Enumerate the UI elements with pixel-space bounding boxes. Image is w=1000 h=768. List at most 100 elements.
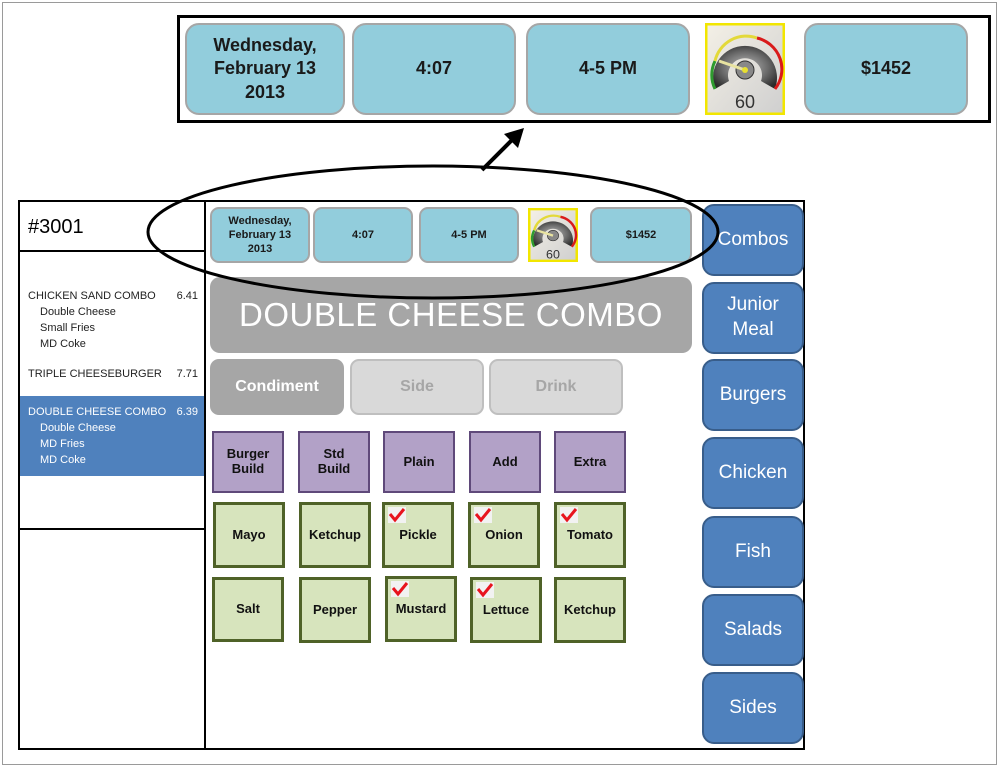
checkmark-icon [391,581,409,597]
button-label: Fish [735,540,771,562]
button-label: Mayo [232,526,266,542]
condiment-pepper-button[interactable]: Pepper [299,577,371,643]
menu-category-column: Combos Junior Meal Burgers Chicken Fish S… [700,202,805,750]
button-label: Build [231,461,265,476]
date-line-3: 2013 [244,81,286,102]
button-label: Plain [403,453,435,469]
button-label: Tomato [567,526,613,542]
button-label: Add [492,453,518,469]
condiment-mustard-button[interactable]: Mustard [385,576,457,642]
date-tile: Wednesday, February 13 2013 [185,23,345,115]
menu-burgers-button[interactable]: Burgers [702,359,804,431]
time-value: 4:07 [351,228,375,241]
condiment-ketchup-button[interactable]: Ketchup [299,502,371,568]
order-list: CHICKEN SAND COMBO 6.41 Double Cheese Sm… [20,254,204,530]
button-label: Std [323,446,345,462]
date-line-2: February 13 [228,228,292,241]
date-line-1: Wednesday, [213,34,317,55]
button-label: Chicken [718,461,788,483]
order-item-component: Small Fries [40,322,96,334]
button-label: Meal [732,319,774,340]
add-button[interactable]: Add [469,431,541,493]
burger-build-button[interactable]: Burger Build [212,431,284,493]
button-label: Pepper [312,601,358,617]
condiment-mayo-button[interactable]: Mayo [213,502,285,568]
checkmark-icon [560,507,578,523]
button-label: Extra [573,453,607,469]
tab-side[interactable]: Side [350,359,484,415]
condiment-lettuce-button[interactable]: Lettuce [470,577,542,643]
speed-gauge-value: 60 [546,248,560,262]
order-item-price: 6.39 [176,406,198,418]
order-item-name: TRIPLE CHEESEBURGER [28,368,162,380]
condiment-salt-button[interactable]: Salt [212,577,284,642]
order-item-name: DOUBLE CHEESE COMBO [28,406,167,418]
speed-gauge-value: 60 [735,92,755,112]
order-item-component: MD Coke [40,454,86,466]
hour-range-value: 4-5 PM [451,228,487,241]
order-item-component: Double Cheese [40,422,116,434]
order-summary-area [20,532,204,750]
button-label: Mustard [395,600,447,616]
condiment-tomato-button[interactable]: Tomato [554,502,626,568]
date-line-1: Wednesday, [228,214,292,227]
checkmark-icon [476,582,494,598]
order-panel: #3001 CHICKEN SAND COMBO 6.41 Double Che… [20,202,206,750]
checkmark-icon [474,507,492,523]
time-tile: 4:07 [313,207,413,263]
order-item[interactable]: TRIPLE CHEESEBURGER 7.71 [20,366,204,382]
checkmark-icon [388,507,406,523]
button-label: Burgers [719,383,787,405]
button-label: Salads [723,618,783,640]
hour-range-tile: 4-5 PM [419,207,519,263]
condiment-pickle-button[interactable]: Pickle [382,502,454,568]
order-item-price: 7.71 [176,368,198,380]
status-strip-callout: Wednesday, February 13 2013 4:07 4-5 PM … [177,15,991,123]
button-label: Sides [729,696,777,718]
hour-range-value: 4-5 PM [578,58,638,79]
button-label: Onion [485,526,523,542]
order-item-selected[interactable]: DOUBLE CHEESE COMBO 6.39 Double Cheese M… [20,396,204,476]
order-item-component: MD Fries [40,438,85,450]
plain-button[interactable]: Plain [383,431,455,493]
button-label: Burger [226,446,270,462]
condiment-onion-button[interactable]: Onion [468,502,540,568]
menu-sides-button[interactable]: Sides [702,672,804,744]
order-item-name: CHICKEN SAND COMBO [28,290,156,302]
sales-tile: $1452 [804,23,968,115]
tab-drink[interactable]: Drink [489,359,623,415]
order-number: #3001 [20,202,204,252]
button-label: Build [317,461,351,476]
pos-screen: #3001 CHICKEN SAND COMBO 6.41 Double Che… [18,200,805,750]
current-item-title: DOUBLE CHEESE COMBO [210,277,692,353]
menu-junior-meal-button[interactable]: Junior Meal [702,282,804,354]
condiment-ketchup-2-button[interactable]: Ketchup [554,577,626,643]
button-label: Combos [717,228,789,250]
speed-gauge-icon: 60 [528,208,578,262]
button-label: Ketchup [309,526,361,542]
extra-button[interactable]: Extra [554,431,626,493]
button-label: Pickle [399,526,437,542]
time-value: 4:07 [415,58,453,79]
menu-salads-button[interactable]: Salads [702,594,804,666]
order-item[interactable]: CHICKEN SAND COMBO 6.41 Double Cheese Sm… [20,288,204,352]
order-item-component: MD Coke [40,338,86,350]
hour-range-tile: 4-5 PM [526,23,690,115]
speed-gauge-icon: 60 [704,22,786,116]
button-label: Salt [236,601,260,617]
menu-chicken-button[interactable]: Chicken [702,437,804,509]
date-line-3: 2013 [247,243,273,256]
sales-tile: $1452 [590,207,692,263]
sales-value: $1452 [625,228,657,241]
button-label: Ketchup [564,601,616,617]
menu-fish-button[interactable]: Fish [702,516,804,588]
callout-arrow-icon [480,128,524,172]
menu-combos-button[interactable]: Combos [702,204,804,276]
sales-value: $1452 [860,58,912,79]
date-line-2: February 13 [213,58,317,79]
tab-condiment[interactable]: Condiment [210,359,344,415]
order-item-price: 6.41 [176,290,198,302]
std-build-button[interactable]: Std Build [298,431,370,493]
order-item-component: Double Cheese [40,306,116,318]
status-strip: Wednesday, February 13 2013 4:07 4-5 PM … [206,202,694,266]
